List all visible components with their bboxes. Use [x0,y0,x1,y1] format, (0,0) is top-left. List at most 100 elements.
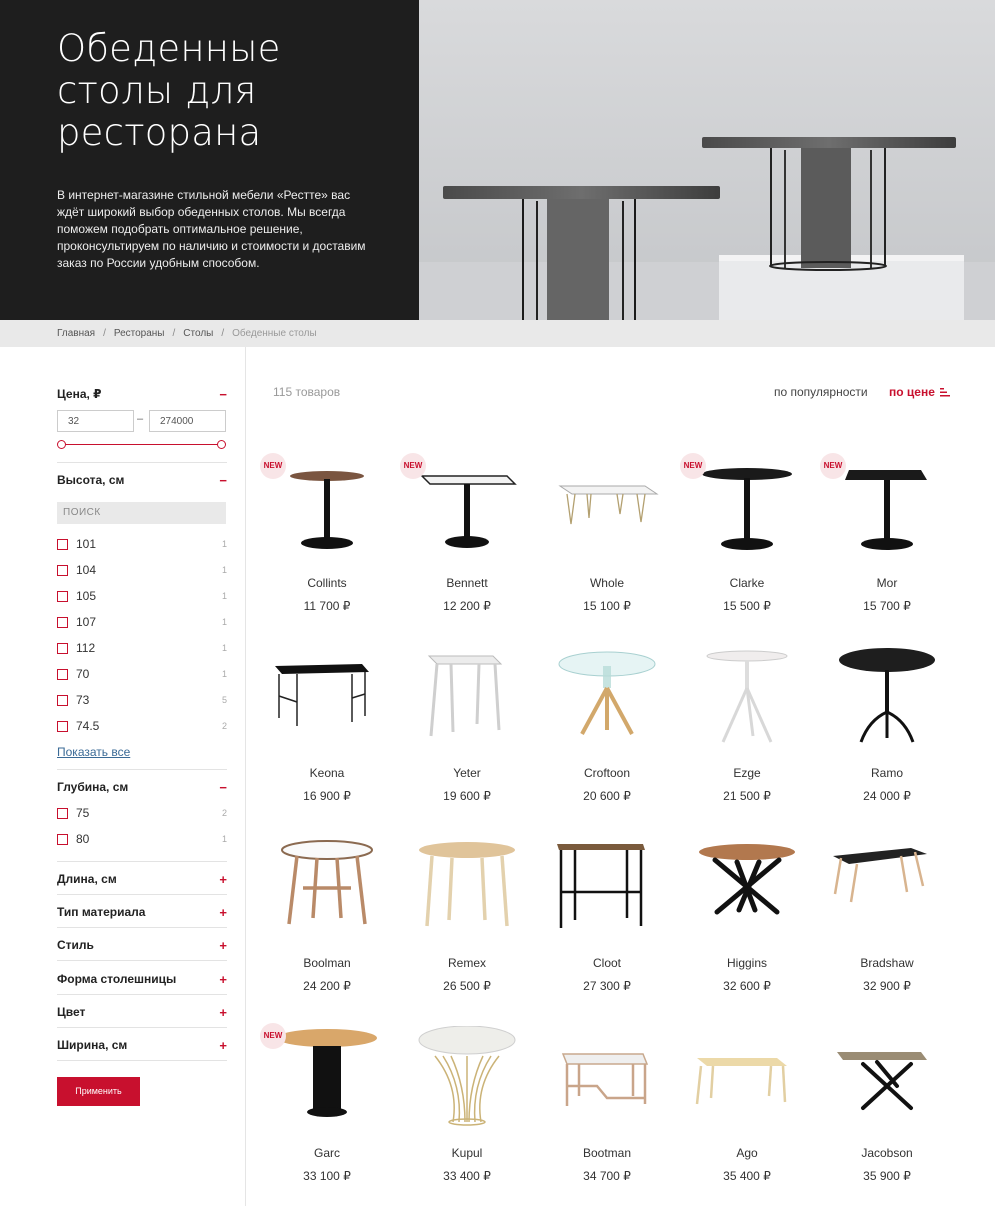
expand-icon[interactable]: + [219,938,227,953]
product-card[interactable]: Cloot 27 300 ₽ [547,836,667,1006]
breadcrumb-link-restaurants[interactable]: Рестораны [114,328,165,339]
expand-icon[interactable]: + [219,1038,227,1053]
round-oak-table-image[interactable] [407,836,527,946]
filter-depth-header[interactable]: Глубина, см − [57,780,227,800]
sort-by-popularity[interactable]: по популярности [774,385,868,399]
sled-base-table-image[interactable] [547,1026,667,1136]
product-card[interactable]: Ezge 21 500 ₽ [687,646,807,816]
price-min-input[interactable]: 32 [57,410,134,432]
marble-wire-base-table-image[interactable] [407,1026,527,1136]
height-option[interactable]: 112 1 [57,641,227,657]
product-card[interactable]: NEW Clarke 15 500 ₽ [680,453,807,626]
product-name[interactable]: Whole [547,576,667,590]
product-name[interactable]: Ramo [827,766,947,780]
pedestal-round-black-table-image[interactable] [687,456,807,566]
price-max-input[interactable]: 274000 [149,410,226,432]
product-card[interactable]: Keona 16 900 ₽ [267,646,387,816]
tripod-white-table-image[interactable] [687,646,807,756]
glass-top-table-image[interactable] [547,646,667,756]
product-name[interactable]: Garc [267,1146,387,1160]
height-option[interactable]: 104 1 [57,563,227,579]
height-option[interactable]: 70 1 [57,667,227,683]
product-name[interactable]: Bradshaw [827,956,947,970]
rectangular-black-top-table-image[interactable] [827,836,947,946]
depth-option[interactable]: 75 2 [57,806,227,822]
checkbox[interactable] [57,591,68,602]
filter-length-header[interactable]: Длина, см + [57,872,227,892]
product-card[interactable]: Jacobson 35 900 ₽ [827,1026,947,1196]
product-name[interactable]: Croftoon [547,766,667,780]
cylinder-base-table-image[interactable] [267,1026,387,1136]
breadcrumb-link-home[interactable]: Главная [57,328,95,339]
height-option[interactable]: 105 1 [57,589,227,605]
checkbox[interactable] [57,695,68,706]
show-all-link[interactable]: Показать все [57,745,130,759]
height-option[interactable]: 101 1 [57,537,227,553]
filter-price-header[interactable]: Цена, ₽ − [57,387,227,407]
checkbox[interactable] [57,643,68,654]
product-card[interactable]: Remex 26 500 ₽ [407,836,527,1006]
cross-leg-round-table-image[interactable] [687,836,807,946]
height-option[interactable]: 74.5 2 [57,719,227,735]
hairpin-leg-table-image[interactable] [547,456,667,566]
round-white-wood-leg-table-image[interactable] [267,836,387,946]
square-four-leg-table-image[interactable] [407,646,527,756]
product-card[interactable]: Higgins 32 600 ₽ [687,836,807,1006]
breadcrumb-link-tables[interactable]: Столы [183,328,213,339]
height-option[interactable]: 73 5 [57,693,227,709]
checkbox[interactable] [57,669,68,680]
product-card[interactable]: Bootman 34 700 ₽ [547,1026,667,1196]
round-black-spider-table-image[interactable] [827,646,947,756]
sort-by-price[interactable]: по цене [889,385,935,399]
product-name[interactable]: Bennett [407,576,527,590]
expand-icon[interactable]: + [219,1005,227,1020]
collapse-icon[interactable]: − [219,387,227,402]
product-name[interactable]: Collints [267,576,387,590]
product-name[interactable]: Mor [827,576,947,590]
apply-filters-button[interactable]: Применить [57,1077,140,1106]
checkbox[interactable] [57,834,68,845]
sort-order-icon[interactable] [940,388,950,397]
product-card[interactable]: NEW Garc 33 100 ₽ [260,1023,387,1196]
product-name[interactable]: Cloot [547,956,667,970]
product-card[interactable]: Ago 35 400 ₽ [687,1026,807,1196]
filter-width-header[interactable]: Ширина, см + [57,1038,227,1058]
product-card[interactable]: Whole 15 100 ₽ [547,456,667,626]
product-name[interactable]: Ezge [687,766,807,780]
pedestal-round-wood-table-image[interactable] [267,456,387,566]
expand-icon[interactable]: + [219,872,227,887]
product-name[interactable]: Clarke [687,576,807,590]
product-name[interactable]: Keona [267,766,387,780]
product-card[interactable]: Bradshaw 32 900 ₽ [827,836,947,1006]
depth-option[interactable]: 80 1 [57,832,227,848]
product-name[interactable]: Kupul [407,1146,527,1160]
height-option[interactable]: 107 1 [57,615,227,631]
filter-style-header[interactable]: Стиль + [57,938,227,958]
expand-icon[interactable]: + [219,972,227,987]
filter-material-header[interactable]: Тип материала + [57,905,227,925]
product-card[interactable]: Kupul 33 400 ₽ [407,1026,527,1196]
checkbox[interactable] [57,721,68,732]
product-name[interactable]: Yeter [407,766,527,780]
checkbox[interactable] [57,617,68,628]
product-name[interactable]: Boolman [267,956,387,970]
product-card[interactable]: Boolman 24 200 ₽ [267,836,387,1006]
product-card[interactable]: NEW Collints 11 700 ₽ [260,453,387,626]
checkbox[interactable] [57,539,68,550]
product-card[interactable]: NEW Mor 15 700 ₽ [820,453,947,626]
filter-height-header[interactable]: Высота, см − [57,473,227,493]
product-card[interactable]: Yeter 19 600 ₽ [407,646,527,816]
light-rectangular-table-image[interactable] [687,1026,807,1136]
pedestal-square-white-table-image[interactable] [407,456,527,566]
product-name[interactable]: Jacobson [827,1146,947,1160]
price-range-max-handle[interactable] [217,440,226,449]
bar-height-table-image[interactable] [547,836,667,946]
checkbox[interactable] [57,565,68,576]
expand-icon[interactable]: + [219,905,227,920]
product-name[interactable]: Bootman [547,1146,667,1160]
product-card[interactable]: Croftoon 20 600 ₽ [547,646,667,816]
pedestal-square-black-table-image[interactable] [827,456,947,566]
filter-color-header[interactable]: Цвет + [57,1005,227,1025]
height-search-input[interactable]: ПОИСК [57,502,226,524]
checkbox[interactable] [57,808,68,819]
